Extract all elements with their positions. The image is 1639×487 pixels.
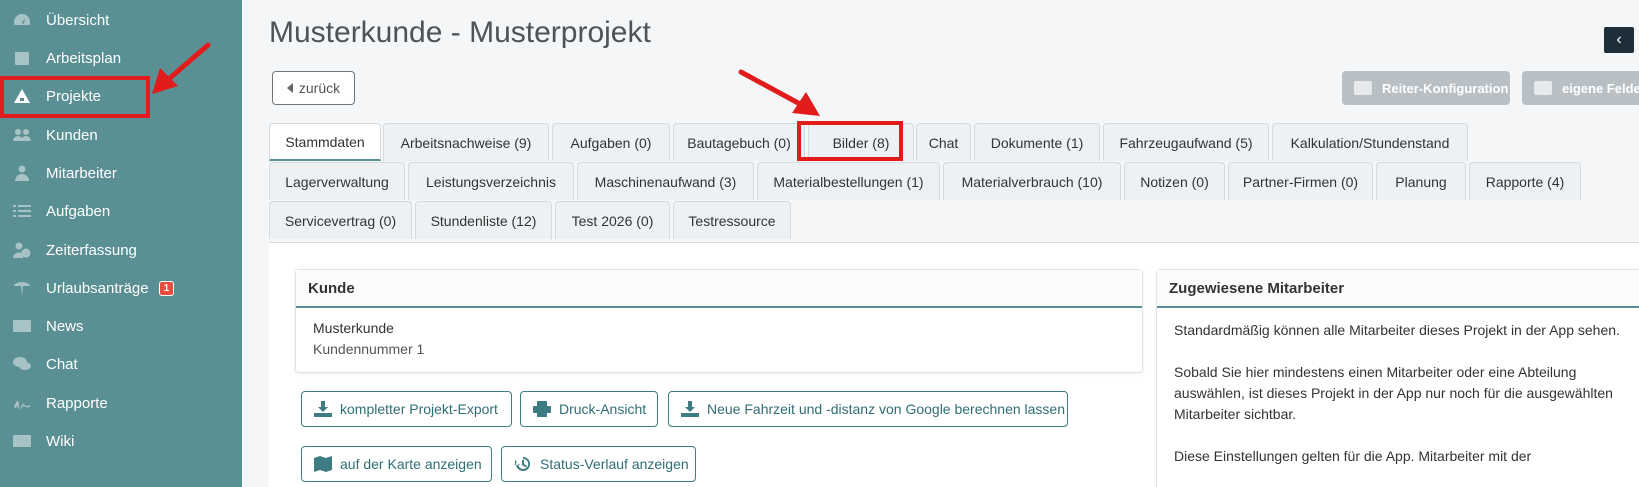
assigned-employees-card: Zugewiesene Mitarbeiter Standardmäßig kö… [1156,269,1639,487]
sidebar: Übersicht Arbeitsplan Projekte Kunden Mi… [0,0,242,487]
printer-icon [533,401,551,417]
project-export-label: kompletter Projekt-Export [340,401,498,417]
sidebar-item-label: Arbeitsplan [46,49,122,67]
calculate-travel-label: Neue Fahrzeit und -distanz von Google be… [707,401,1065,417]
tab-configuration-button[interactable]: Reiter-Konfiguration [1342,71,1510,105]
customer-card-title: Kunde [296,270,1142,308]
sidebar-item-zeiterfassung[interactable]: Zeiterfassung [0,230,242,270]
assigned-employees-title: Zugewiesene Mitarbeiter [1157,270,1639,308]
time-tracking-icon [12,242,32,258]
tab-notizen[interactable]: Notizen (0) [1124,162,1225,200]
tab-fahrzeugaufwand[interactable]: Fahrzeugaufwand (5) [1103,123,1269,161]
download-icon [314,401,332,417]
sidebar-item-label: Übersicht [46,11,110,29]
chat-icon [12,356,32,372]
calendar-icon [12,50,32,66]
main-area: Musterkunde - Musterprojekt ‹ zurück Rei… [242,0,1639,487]
tab-stammdaten[interactable]: Stammdaten [269,123,381,161]
sidebar-item-urlaubsantraege[interactable]: Urlaubsanträge 1 [0,268,242,308]
sidebar-item-label: Wiki [46,432,75,450]
tab-bar: Stammdaten Arbeitsnachweise (9) Aufgaben… [269,123,1639,243]
sidebar-item-label: Zeiterfassung [46,241,137,259]
download-icon [681,401,699,417]
history-icon [514,456,532,472]
columns-icon [1534,81,1552,95]
notification-badge: 1 [158,280,175,296]
tab-lagerverwaltung[interactable]: Lagerverwaltung [269,162,405,200]
print-view-button[interactable]: Druck-Ansicht [520,391,658,427]
sidebar-item-aufgaben[interactable]: Aufgaben [0,191,242,231]
tasks-icon [12,203,32,219]
highlight-box-bilder [797,121,903,161]
sidebar-item-label: Aufgaben [46,202,111,220]
sidebar-item-kunden[interactable]: Kunden [0,115,242,155]
back-button[interactable]: zurück [272,71,355,105]
sidebar-item-wiki[interactable]: Wiki [0,421,242,461]
tab-test-2026[interactable]: Test 2026 (0) [555,201,670,239]
tab-kalkulation[interactable]: Kalkulation/Stundenstand [1272,123,1468,161]
sidebar-item-label: Rapporte [46,394,108,412]
chevron-left-icon: ‹ [1616,31,1622,48]
sidebar-item-label: Kunden [46,126,98,144]
info-paragraph: Standardmäßig können alle Mitarbeiter di… [1174,322,1620,338]
info-paragraph: Diese Einstellungen gelten für die App. … [1174,448,1532,464]
tab-dokumente[interactable]: Dokumente (1) [974,123,1100,161]
news-icon [12,318,32,334]
sidebar-item-uebersicht[interactable]: Übersicht [0,0,242,40]
tab-aufgaben[interactable]: Aufgaben (0) [552,123,670,161]
dashboard-icon [12,12,32,28]
customer-card: Kunde Musterkunde Kundennummer 1 [295,269,1143,373]
status-history-button[interactable]: Status-Verlauf anzeigen [501,446,696,482]
tab-testressource[interactable]: Testressource [673,201,791,239]
tab-configuration-label: Reiter-Konfiguration [1382,80,1509,96]
sidebar-item-arbeitsplan[interactable]: Arbeitsplan [0,38,242,78]
tab-content-stammdaten: Kunde Musterkunde Kundennummer 1 komplet… [269,243,1639,487]
tab-materialbestellungen[interactable]: Materialbestellungen (1) [757,162,940,200]
show-on-map-button[interactable]: auf der Karte anzeigen [301,446,492,482]
customer-name: Musterkunde [313,320,394,336]
tab-materialverbrauch[interactable]: Materialverbrauch (10) [943,162,1121,200]
info-paragraph: Sobald Sie hier mindestens einen Mitarbe… [1174,364,1613,422]
back-button-label: zurück [298,80,341,96]
sidebar-item-news[interactable]: News [0,306,242,346]
sidebar-item-chat[interactable]: Chat [0,344,242,384]
show-on-map-label: auf der Karte anzeigen [340,456,482,472]
signature-icon [12,395,32,411]
print-view-label: Druck-Ansicht [559,401,647,417]
caret-left-icon [286,83,293,93]
sidebar-item-label: News [46,317,84,335]
tab-stundenliste[interactable]: Stundenliste (12) [415,201,552,239]
customers-icon [12,127,32,143]
tab-arbeitsnachweise[interactable]: Arbeitsnachweise (9) [383,123,549,161]
vacation-icon [12,280,32,296]
calculate-travel-button[interactable]: Neue Fahrzeit und -distanz von Google be… [668,391,1068,427]
employee-icon [12,165,32,181]
custom-fields-button[interactable]: eigene Felder [1522,71,1639,105]
custom-fields-label: eigene Felder [1562,80,1639,96]
highlight-box-projekte [0,76,150,118]
sidebar-item-label: Urlaubsanträge [46,279,149,297]
status-history-label: Status-Verlauf anzeigen [540,456,689,472]
wiki-icon [12,433,32,449]
tab-planung[interactable]: Planung [1376,162,1466,200]
map-icon [314,456,332,472]
sidebar-item-label: Mitarbeiter [46,164,117,182]
tab-partner-firmen[interactable]: Partner-Firmen (0) [1228,162,1373,200]
tab-maschinenaufwand[interactable]: Maschinenaufwand (3) [577,162,754,200]
tab-rapporte[interactable]: Rapporte (4) [1469,162,1581,200]
customer-number: Kundennummer 1 [313,341,425,357]
project-export-button[interactable]: kompletter Projekt-Export [301,391,512,427]
tab-leistungsverzeichnis[interactable]: Leistungsverzeichnis [408,162,574,200]
tab-servicevertrag[interactable]: Servicevertrag (0) [269,201,412,239]
sidebar-item-mitarbeiter[interactable]: Mitarbeiter [0,153,242,193]
page-title: Musterkunde - Musterprojekt [269,16,651,49]
customer-card-body: Musterkunde Kundennummer 1 [296,308,1142,370]
server-icon [1354,81,1372,95]
sidebar-item-rapporte[interactable]: Rapporte [0,383,242,423]
collapse-panel-button[interactable]: ‹ [1604,27,1634,53]
assigned-employees-body: Standardmäßig können alle Mitarbeiter di… [1157,308,1639,487]
tab-bautagebuch[interactable]: Bautagebuch (0) [673,123,805,161]
sidebar-item-label: Chat [46,355,78,373]
tab-chat[interactable]: Chat [916,123,971,161]
